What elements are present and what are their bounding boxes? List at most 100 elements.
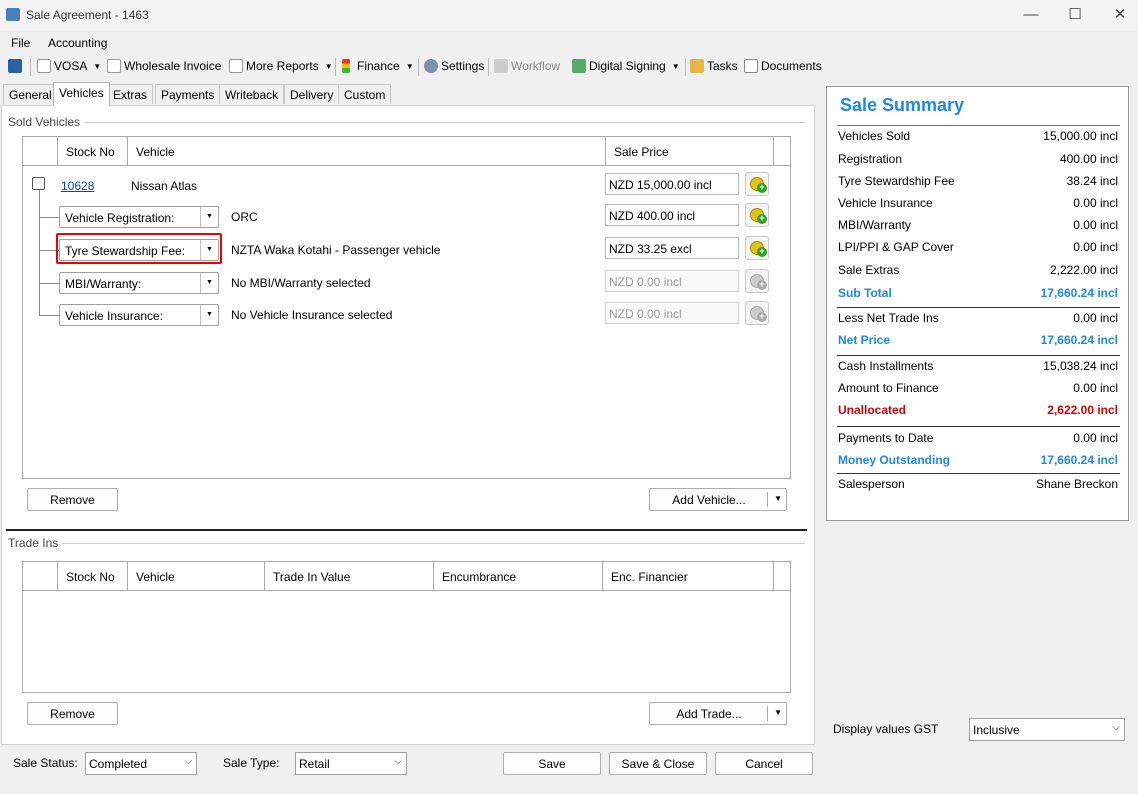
- chevron-down-icon: ⌵: [1112, 722, 1120, 733]
- summary-row-less-trade-ins: Less Net Trade Ins 0.00 incl: [838, 311, 1118, 331]
- save-close-button[interactable]: Save & Close: [609, 752, 707, 775]
- summary-value: 0.00 incl: [1073, 196, 1118, 210]
- menu-accounting[interactable]: Accounting: [48, 36, 107, 50]
- gear-icon: [424, 59, 438, 73]
- header-trade-in-value[interactable]: Trade In Value: [265, 562, 434, 591]
- sale-type-select[interactable]: Retail ⌵: [295, 752, 407, 775]
- summary-value: 17,660.24 incl: [1040, 333, 1118, 347]
- vehicle-row-checkbox[interactable]: [32, 177, 45, 190]
- header-enc-financier[interactable]: Enc. Financier: [603, 562, 774, 591]
- workflow-button[interactable]: Workflow: [494, 59, 560, 73]
- tyre-stewardship-add-button[interactable]: +: [745, 236, 769, 260]
- tree-line: [39, 217, 59, 218]
- summary-label: Salesperson: [838, 477, 905, 491]
- tab-payments[interactable]: Payments: [155, 84, 221, 104]
- tree-line: [39, 283, 59, 284]
- registration-combo[interactable]: Vehicle Registration: ▼: [59, 206, 219, 228]
- finance-button[interactable]: Finance ▼: [342, 59, 414, 73]
- cancel-button[interactable]: Cancel: [715, 752, 813, 775]
- add-trade-label: Add Trade...: [676, 707, 742, 721]
- tab-delivery[interactable]: Delivery: [284, 84, 340, 104]
- sold-vehicles-grid: Stock No Vehicle Sale Price 10628 Nissan…: [22, 136, 791, 479]
- tab-extras[interactable]: Extras: [107, 84, 154, 104]
- tyre-stewardship-price-field[interactable]: NZD 33.25 excl: [605, 237, 739, 259]
- sale-status-label: Sale Status:: [13, 756, 78, 770]
- tab-writeback[interactable]: Writeback: [219, 84, 285, 104]
- header-vehicle[interactable]: Vehicle: [128, 137, 606, 166]
- summary-label: Amount to Finance: [838, 381, 939, 395]
- plus-icon: +: [757, 247, 767, 257]
- save-button[interactable]: Save: [503, 752, 601, 775]
- tree-line: [39, 190, 40, 316]
- mbi-warranty-combo[interactable]: MBI/Warranty: ▼: [59, 272, 219, 294]
- more-reports-button[interactable]: More Reports ▼: [229, 59, 333, 73]
- vehicle-price-field[interactable]: NZD 15,000.00 incl: [605, 173, 739, 195]
- registration-price-field[interactable]: NZD 400.00 incl: [605, 204, 739, 226]
- save-toolbar-button[interactable]: [8, 59, 22, 73]
- signing-icon: [572, 59, 586, 73]
- vehicle-insurance-add-button[interactable]: +: [745, 301, 769, 325]
- add-vehicle-extra-button[interactable]: +: [745, 172, 769, 196]
- maximize-button[interactable]: ☐: [1060, 4, 1090, 26]
- registration-add-button[interactable]: +: [745, 203, 769, 227]
- summary-value: 17,660.24 incl: [1040, 286, 1118, 300]
- chevron-down-icon: ⌵: [184, 756, 192, 767]
- summary-label: Tyre Stewardship Fee: [838, 174, 955, 188]
- minimize-button[interactable]: —: [1016, 4, 1046, 26]
- summary-row-vehicle-insurance: Vehicle Insurance 0.00 incl: [838, 196, 1118, 216]
- summary-value: 15,000.00 incl: [1043, 129, 1118, 143]
- summary-row-vehicles-sold: Vehicles Sold 15,000.00 incl: [838, 129, 1118, 149]
- tyre-stewardship-description: NZTA Waka Kotahi - Passenger vehicle: [231, 243, 441, 257]
- vosa-button[interactable]: VOSA ▼: [37, 59, 101, 73]
- vehicle-insurance-description: No Vehicle Insurance selected: [231, 308, 393, 322]
- title-underline: [837, 125, 1120, 126]
- plus-icon: +: [757, 280, 767, 290]
- digital-signing-button[interactable]: Digital Signing ▼: [572, 59, 680, 73]
- close-button[interactable]: ✕: [1105, 4, 1135, 26]
- wholesale-invoice-button[interactable]: Wholesale Invoice: [107, 59, 221, 73]
- section-splitter[interactable]: [6, 529, 807, 531]
- report-icon: [229, 59, 243, 73]
- vehicle-name: Nissan Atlas: [131, 179, 198, 193]
- remove-trade-button[interactable]: Remove: [27, 702, 118, 725]
- tab-vehicles[interactable]: Vehicles: [53, 82, 110, 106]
- remove-vehicle-button[interactable]: Remove: [27, 488, 118, 511]
- tab-general[interactable]: General: [3, 84, 58, 104]
- add-vehicle-button[interactable]: Add Vehicle... ▼: [649, 488, 787, 511]
- settings-button[interactable]: Settings: [424, 59, 484, 73]
- mbi-warranty-price-field[interactable]: NZD 0.00 incl: [605, 270, 739, 292]
- summary-row-unallocated: Unallocated 2,622.00 incl: [838, 403, 1118, 423]
- chevron-down-icon: ⌵: [394, 756, 402, 767]
- tasks-label: Tasks: [707, 59, 738, 73]
- finance-label: Finance: [357, 59, 400, 73]
- sale-type-label: Sale Type:: [223, 756, 280, 770]
- vehicle-insurance-price-field[interactable]: NZD 0.00 incl: [605, 302, 739, 324]
- menu-file[interactable]: File: [11, 36, 30, 50]
- summary-value: 38.24 incl: [1066, 174, 1118, 188]
- add-trade-button[interactable]: Add Trade... ▼: [649, 702, 787, 725]
- gst-select[interactable]: Inclusive ⌵: [969, 718, 1125, 741]
- sale-status-select[interactable]: Completed ⌵: [85, 752, 197, 775]
- toolbar-separator: [335, 58, 336, 76]
- report-icon: [107, 59, 121, 73]
- vehicle-insurance-combo[interactable]: Vehicle Insurance: ▼: [59, 304, 219, 326]
- sold-vehicles-divider: [8, 122, 805, 123]
- documents-button[interactable]: Documents: [744, 59, 822, 73]
- summary-row-amount-to-finance: Amount to Finance 0.00 incl: [838, 381, 1118, 401]
- header-stock-no[interactable]: Stock No: [58, 137, 128, 166]
- mbi-warranty-add-button[interactable]: +: [745, 269, 769, 293]
- more-reports-label: More Reports: [246, 59, 319, 73]
- tasks-button[interactable]: Tasks: [690, 59, 738, 73]
- tyre-stewardship-combo[interactable]: Tyre Stewardship Fee: ▼: [59, 239, 219, 261]
- header-sale-price[interactable]: Sale Price: [606, 137, 774, 166]
- header-encumbrance[interactable]: Encumbrance: [434, 562, 603, 591]
- documents-icon: [744, 59, 758, 73]
- mbi-warranty-description: No MBI/Warranty selected: [231, 276, 371, 290]
- split-divider: [767, 706, 768, 721]
- summary-label: Registration: [838, 152, 903, 166]
- tab-custom[interactable]: Custom: [338, 84, 392, 104]
- window-title: Sale Agreement - 1463: [26, 8, 149, 22]
- header-stock-no[interactable]: Stock No: [58, 562, 128, 591]
- stock-no-link[interactable]: 10628: [61, 179, 94, 193]
- header-vehicle[interactable]: Vehicle: [128, 562, 265, 591]
